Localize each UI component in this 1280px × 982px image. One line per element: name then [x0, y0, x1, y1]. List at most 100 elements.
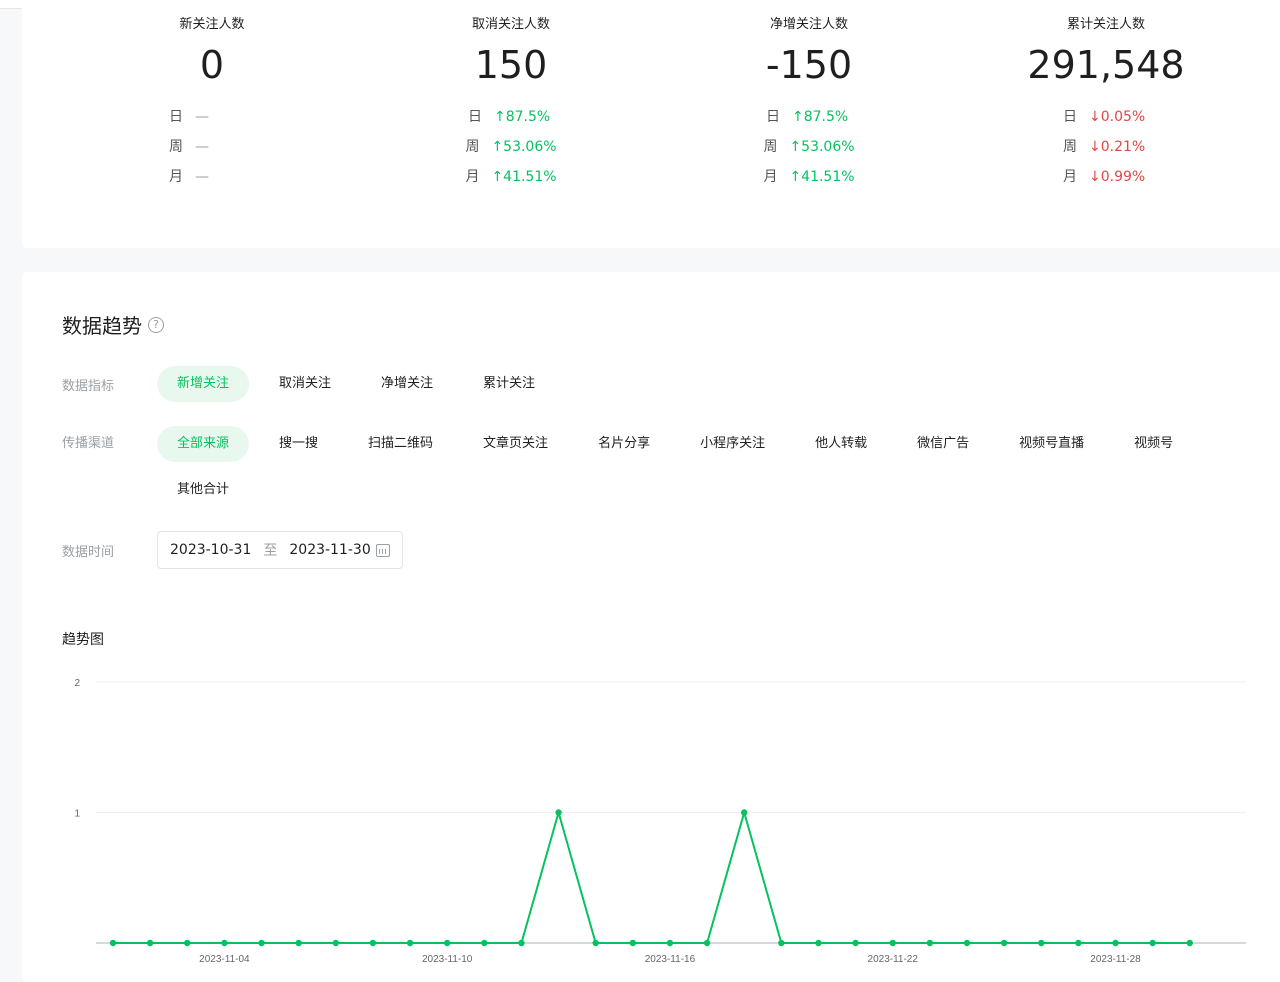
- metric-chip-cancel[interactable]: 取消关注: [259, 366, 351, 402]
- channel-chip-all[interactable]: 全部来源: [157, 426, 250, 462]
- row-value: ↓0.99%: [1089, 169, 1146, 185]
- row-value: ↑87.5%: [792, 109, 849, 125]
- row-label: 月: [169, 169, 183, 185]
- channel-chip-repost[interactable]: 他人转载: [795, 426, 887, 462]
- section-title: 数据趋势 ?: [62, 310, 164, 339]
- date-end[interactable]: 2023-11-30: [289, 542, 370, 558]
- row-value: —: [195, 139, 209, 155]
- data-point[interactable]: [592, 939, 599, 947]
- data-point[interactable]: [1075, 939, 1082, 947]
- data-point[interactable]: [518, 939, 525, 947]
- channel-filter: 传播渠道 全部来源 搜一搜 扫描二维码 文章页关注 名片分享 小程序关注 他人转…: [62, 426, 1257, 508]
- data-point[interactable]: [926, 939, 934, 947]
- data-point[interactable]: [963, 939, 971, 947]
- channel-chip-qrcode[interactable]: 扫描二维码: [348, 426, 453, 462]
- row-label: 日: [1063, 109, 1077, 125]
- data-point[interactable]: [741, 809, 748, 816]
- data-point[interactable]: [295, 939, 302, 947]
- channel-chip-card-share[interactable]: 名片分享: [578, 426, 670, 462]
- channel-filter-label: 传播渠道: [62, 436, 115, 451]
- data-point[interactable]: [629, 939, 637, 947]
- data-point[interactable]: [815, 939, 822, 947]
- trend-chart: 1 2 2023-11-04 2023-11-10 2023-11-16 2023-11…: [74, 678, 1246, 965]
- metric-filter-label: 数据指标: [62, 378, 115, 394]
- row-value: ↑53.06%: [789, 139, 855, 155]
- stat-value: 150: [474, 43, 548, 87]
- time-filter-label: 数据时间: [62, 544, 115, 560]
- metric-chip-total[interactable]: 累计关注: [463, 366, 555, 402]
- data-point[interactable]: [369, 939, 377, 947]
- channel-chip-search[interactable]: 搜一搜: [259, 426, 338, 462]
- data-point[interactable]: [703, 939, 711, 947]
- data-point[interactable]: [555, 809, 562, 816]
- stats-card: 新关注人数 0 日 — 周 — 月 — 取消关注人数 150 日 ↑87.5% 周 ↑53…: [22, 0, 1280, 248]
- data-point[interactable]: [852, 939, 859, 947]
- row-value: —: [195, 169, 209, 185]
- row-value: ↑87.5%: [494, 109, 551, 125]
- row-label: 周: [465, 139, 480, 155]
- time-filter: 数据时间 2023-10-31 至 2023-11-30: [62, 531, 403, 569]
- x-tick-label: 2023-11-28: [1090, 954, 1141, 965]
- metric-chip-net[interactable]: 净增关注: [361, 366, 453, 402]
- channel-chip-channels[interactable]: 视频号: [1114, 426, 1193, 462]
- row-label: 月: [1063, 169, 1077, 185]
- date-range-picker[interactable]: 2023-10-31 至 2023-11-30: [157, 531, 403, 569]
- row-value: ↓0.21%: [1089, 139, 1146, 155]
- row-label: 周: [1063, 139, 1077, 155]
- data-point[interactable]: [221, 939, 228, 947]
- data-point[interactable]: [146, 939, 154, 947]
- channel-chip-article[interactable]: 文章页关注: [463, 426, 568, 462]
- y-tick-label: 2: [74, 678, 80, 689]
- data-point[interactable]: [778, 939, 785, 947]
- stat-value: 291,548: [1027, 43, 1185, 87]
- data-point[interactable]: [332, 939, 339, 947]
- row-label: 月: [763, 169, 778, 185]
- stat-value: -150: [765, 43, 853, 87]
- data-point[interactable]: [1038, 939, 1045, 947]
- row-value: —: [195, 109, 209, 125]
- row-label: 月: [465, 169, 480, 185]
- x-tick-label: 2023-11-16: [645, 954, 696, 965]
- row-value: ↑41.51%: [491, 169, 557, 185]
- data-point[interactable]: [443, 939, 451, 947]
- metric-chip-new[interactable]: 新增关注: [157, 366, 250, 402]
- data-point[interactable]: [258, 939, 265, 947]
- row-label: 日: [169, 109, 183, 125]
- data-point[interactable]: [1000, 939, 1008, 947]
- series-line: [113, 808, 1190, 944]
- data-point[interactable]: [666, 939, 674, 947]
- section-title-text: 数据趋势: [62, 314, 142, 338]
- stat-title: 累计关注人数: [1066, 17, 1145, 32]
- row-label: 周: [169, 139, 183, 155]
- channel-chip-wechat-ads[interactable]: 微信广告: [897, 426, 989, 462]
- date-separator: 至: [263, 543, 278, 559]
- data-point[interactable]: [109, 939, 117, 947]
- x-tick-label: 2023-11-22: [868, 954, 919, 965]
- row-value: ↑41.51%: [789, 169, 855, 185]
- channel-chip-other[interactable]: 其他合计: [157, 472, 249, 508]
- x-tick-label: 2023-11-10: [422, 954, 473, 965]
- data-point[interactable]: [406, 939, 414, 947]
- stat-title: 新关注人数: [179, 17, 245, 32]
- chart-title: 趋势图: [62, 632, 104, 648]
- question-circle-icon[interactable]: ?: [148, 316, 164, 333]
- x-tick-label: 2023-11-04: [199, 954, 250, 965]
- data-point[interactable]: [184, 939, 191, 947]
- data-point[interactable]: [1186, 939, 1193, 947]
- data-point[interactable]: [481, 939, 488, 947]
- row-label: 日: [468, 109, 482, 125]
- y-tick-label: 1: [74, 809, 80, 820]
- data-point[interactable]: [1149, 939, 1156, 947]
- row-value: ↑53.06%: [491, 139, 557, 155]
- channel-chip-channels-live[interactable]: 视频号直播: [999, 426, 1104, 462]
- date-start[interactable]: 2023-10-31: [170, 542, 251, 558]
- row-value: ↓0.05%: [1089, 109, 1146, 125]
- row-label: 日: [766, 109, 780, 125]
- calendar-icon[interactable]: [376, 543, 390, 557]
- stat-value: 0: [199, 43, 225, 87]
- data-point[interactable]: [889, 939, 896, 947]
- row-label: 周: [763, 139, 778, 155]
- metric-filter: 数据指标 新增关注 取消关注 净增关注 累计关注: [62, 366, 1257, 402]
- data-point[interactable]: [1112, 939, 1119, 947]
- channel-chip-miniprogram[interactable]: 小程序关注: [680, 426, 785, 462]
